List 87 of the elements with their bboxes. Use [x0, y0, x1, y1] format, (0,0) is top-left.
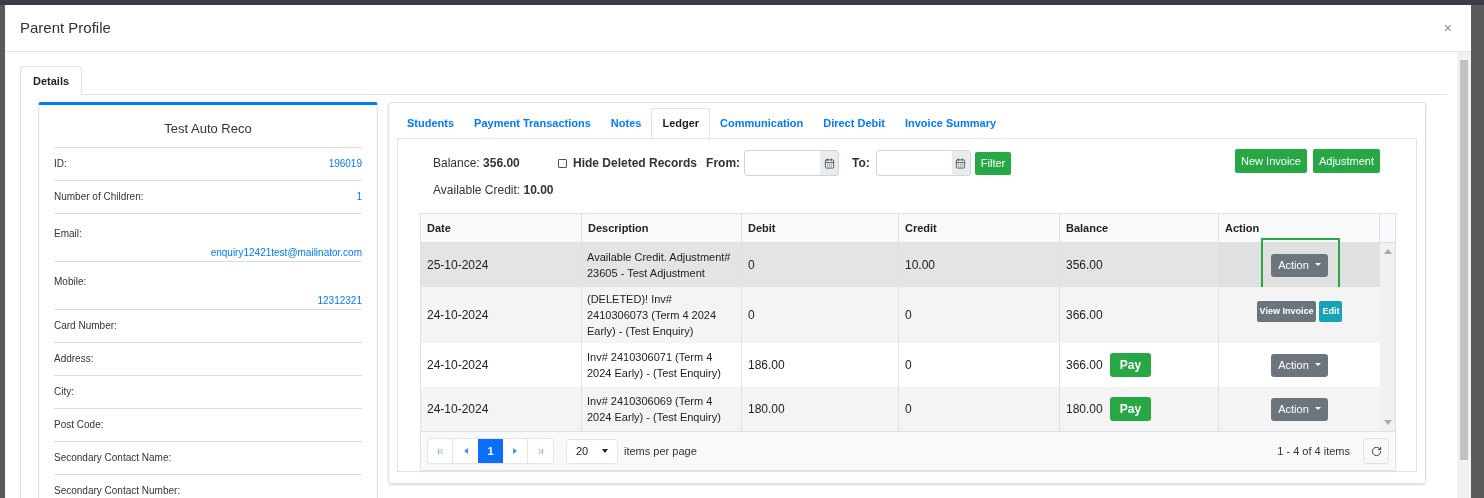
page-size-label: items per page: [624, 443, 697, 459]
calendar-icon: [955, 157, 967, 169]
adjustment-button[interactable]: Adjustment: [1312, 149, 1380, 173]
column-header: Date: [427, 220, 451, 236]
caret-icon: [1314, 407, 1321, 411]
pay-button[interactable]: Pay: [1109, 353, 1152, 377]
table-cell-text: 24-10-2024: [427, 401, 489, 418]
filter-button[interactable]: Filter: [974, 151, 1012, 175]
close-button[interactable]: ×: [1443, 17, 1452, 39]
table-cell-text: Inv# 2410306069 (Term 4 2024 Early) - (Test Enquiry): [587, 394, 722, 425]
tab[interactable]: Students: [397, 108, 465, 138]
edit-button[interactable]: Edit: [1319, 301, 1343, 322]
tab[interactable]: Direct Debit: [813, 108, 895, 138]
caret-icon: [602, 449, 608, 453]
table-cell-text: (DELETED)! Inv# 2410306073 (Term 4 2024 Early) - (Test Enquiry): [587, 292, 718, 339]
page-size-dropdown[interactable]: 20: [566, 438, 618, 464]
tab[interactable]: Notes: [600, 108, 652, 138]
refresh-icon: [1370, 445, 1382, 457]
page-button[interactable]: 1: [478, 439, 503, 463]
next-page-icon: [513, 448, 517, 454]
field-value: 12312321: [316, 293, 362, 308]
window-title: Parent Profile: [20, 17, 111, 38]
column-header: Description: [588, 220, 649, 236]
column-header: Action: [1225, 220, 1260, 236]
field-label: Address:: [54, 352, 94, 366]
tab[interactable]: Details: [20, 66, 83, 95]
table-cell-text: 366.00: [1066, 357, 1103, 374]
tab[interactable]: Invoice Summary: [894, 108, 1007, 138]
column-header: Balance: [1066, 220, 1109, 236]
scroll-up-icon: [1383, 249, 1392, 254]
field-label: Secondary Contact Number:: [54, 484, 181, 498]
field-label: Post Code:: [54, 418, 104, 432]
table-cell-text: 186.00: [748, 357, 785, 374]
field-label: Card Number:: [54, 319, 117, 333]
calendar-icon: [823, 157, 835, 169]
balance-text: Balance: 356.00: [433, 155, 521, 172]
refresh-button[interactable]: [1363, 438, 1389, 464]
profile-name: Test Auto Reco: [54, 119, 362, 148]
table-cell-text: 24-10-2024: [427, 307, 489, 324]
table-cell-text: 180.00: [748, 401, 785, 418]
column-header: Debit: [748, 220, 776, 236]
previous-page-icon: [463, 448, 468, 454]
field-value: enquiry12421test@mailinator.com: [209, 245, 362, 260]
tab[interactable]: Payment Transactions: [464, 108, 601, 138]
date-field[interactable]: [875, 150, 971, 176]
first-page-icon: [435, 446, 445, 456]
checkbox[interactable]: [558, 158, 567, 168]
pager-summary: 1 - 4 of 4 items: [1277, 443, 1350, 459]
table-cell-text: 0: [905, 307, 912, 324]
table-cell-text: 366.00: [1066, 307, 1103, 324]
field-value: 1: [356, 190, 362, 204]
from-label: From:: [706, 155, 741, 172]
pay-button[interactable]: Pay: [1109, 397, 1152, 421]
caret-icon: [1314, 363, 1321, 367]
table-cell-text: 0: [905, 357, 912, 374]
view-invoice-button[interactable]: View Invoice: [1256, 301, 1317, 322]
checkbox-label: Hide Deleted Records: [573, 155, 698, 172]
field-value: 196019: [328, 157, 362, 171]
tab[interactable]: Communication: [710, 108, 814, 138]
action-dropdown[interactable]: Action: [1271, 353, 1328, 377]
scroll-down-icon: [1383, 420, 1392, 425]
field-label: ID:: [54, 157, 67, 171]
date-field[interactable]: [744, 150, 840, 176]
last-page-icon: [536, 446, 545, 456]
table-cell-text: 0: [748, 307, 755, 324]
caret-icon: [1314, 263, 1321, 267]
field-label: Number of Children:: [54, 190, 144, 204]
table-cell-text: 180.00: [1066, 401, 1103, 418]
action-dropdown[interactable]: Action: [1271, 253, 1328, 277]
field-label: Mobile:: [54, 274, 88, 289]
field-label: Email:: [54, 226, 83, 241]
new-invoice-button[interactable]: New Invoice: [1235, 149, 1307, 173]
field-label: Secondary Contact Name:: [54, 451, 172, 465]
table-cell-text: Available Credit. Adjustment# 23605 - Test Adjustment: [587, 250, 732, 281]
field-label: City:: [54, 385, 74, 399]
table-cell-text: 25-10-2024: [427, 257, 489, 274]
table-cell-text: 0: [905, 401, 912, 418]
action-dropdown[interactable]: Action: [1271, 397, 1328, 421]
table-cell-text: 10.00: [905, 257, 936, 274]
table-cell-text: 356.00: [1066, 257, 1103, 274]
tab[interactable]: Ledger: [651, 108, 711, 138]
table-cell-text: 24-10-2024: [427, 357, 489, 374]
to-label: To:: [852, 155, 870, 172]
table-cell-text: Inv# 2410306071 (Term 4 2024 Early) - (Test Enquiry): [587, 350, 722, 381]
table-cell-text: 0: [748, 257, 755, 274]
column-header: Credit: [905, 220, 937, 236]
available-credit-text: Available Credit: 10.00: [433, 182, 555, 199]
